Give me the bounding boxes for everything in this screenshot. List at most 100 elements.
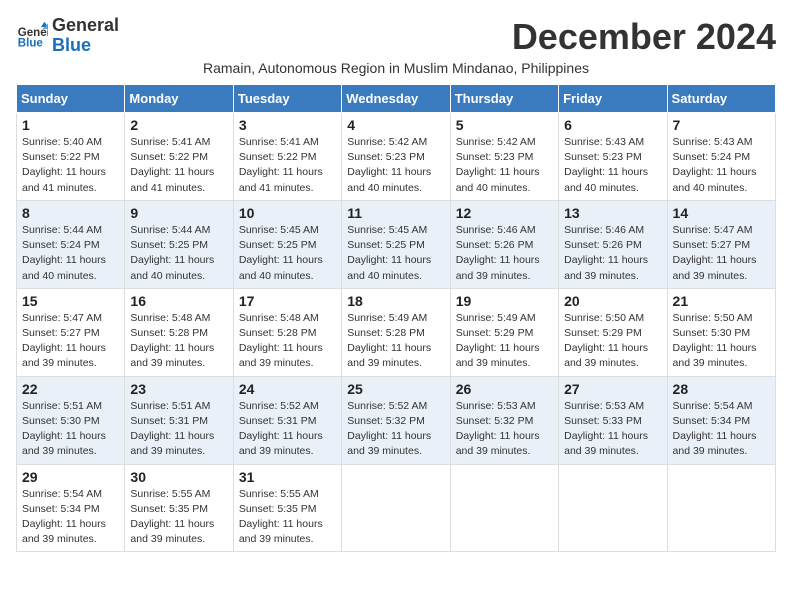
- daylight-hours: Daylight: 11 hours and 39 minutes.: [673, 430, 757, 457]
- calendar-week-row: 15Sunrise: 5:47 AMSunset: 5:27 PMDayligh…: [17, 288, 776, 376]
- daylight-hours: Daylight: 11 hours and 39 minutes.: [456, 254, 540, 281]
- daylight-hours: Daylight: 11 hours and 39 minutes.: [130, 342, 214, 369]
- calendar-cell: [559, 464, 667, 552]
- day-number: 22: [22, 381, 119, 397]
- day-info: Sunrise: 5:42 AMSunset: 5:23 PMDaylight:…: [456, 135, 553, 196]
- calendar-cell: 27Sunrise: 5:53 AMSunset: 5:33 PMDayligh…: [559, 376, 667, 464]
- logo: General Blue General Blue: [16, 16, 119, 56]
- sunrise-time: Sunrise: 5:45 AM: [239, 224, 319, 236]
- weekday-header-thursday: Thursday: [450, 85, 558, 113]
- day-number: 28: [673, 381, 770, 397]
- calendar-cell: 29Sunrise: 5:54 AMSunset: 5:34 PMDayligh…: [17, 464, 125, 552]
- sunrise-time: Sunrise: 5:44 AM: [130, 224, 210, 236]
- sunrise-time: Sunrise: 5:51 AM: [22, 400, 102, 412]
- day-info: Sunrise: 5:46 AMSunset: 5:26 PMDaylight:…: [564, 223, 661, 284]
- calendar-cell: 19Sunrise: 5:49 AMSunset: 5:29 PMDayligh…: [450, 288, 558, 376]
- day-number: 2: [130, 117, 227, 133]
- day-info: Sunrise: 5:52 AMSunset: 5:32 PMDaylight:…: [347, 399, 444, 460]
- day-number: 31: [239, 469, 336, 485]
- sunrise-time: Sunrise: 5:46 AM: [456, 224, 536, 236]
- day-number: 4: [347, 117, 444, 133]
- day-number: 17: [239, 293, 336, 309]
- sunset-time: Sunset: 5:22 PM: [22, 151, 100, 163]
- sunset-time: Sunset: 5:32 PM: [347, 415, 425, 427]
- sunset-time: Sunset: 5:24 PM: [673, 151, 751, 163]
- day-info: Sunrise: 5:53 AMSunset: 5:32 PMDaylight:…: [456, 399, 553, 460]
- day-info: Sunrise: 5:52 AMSunset: 5:31 PMDaylight:…: [239, 399, 336, 460]
- sunset-time: Sunset: 5:28 PM: [347, 327, 425, 339]
- sunrise-time: Sunrise: 5:46 AM: [564, 224, 644, 236]
- sunset-time: Sunset: 5:23 PM: [456, 151, 534, 163]
- day-info: Sunrise: 5:51 AMSunset: 5:31 PMDaylight:…: [130, 399, 227, 460]
- calendar-cell: 5 Sunrise: 5:42 AMSunset: 5:23 PMDaylight…: [450, 113, 558, 201]
- calendar-cell: 30Sunrise: 5:55 AMSunset: 5:35 PMDayligh…: [125, 464, 233, 552]
- sunrise-time: Sunrise: 5:55 AM: [239, 488, 319, 500]
- sunset-time: Sunset: 5:34 PM: [673, 415, 751, 427]
- calendar-cell: 7Sunrise: 5:43 AMSunset: 5:24 PMDaylight…: [667, 113, 775, 201]
- weekday-header-row: SundayMondayTuesdayWednesdayThursdayFrid…: [17, 85, 776, 113]
- day-number: 21: [673, 293, 770, 309]
- sunrise-time: Sunrise: 5:49 AM: [456, 312, 536, 324]
- sunset-time: Sunset: 5:30 PM: [673, 327, 751, 339]
- daylight-hours: Daylight: 11 hours and 40 minutes.: [239, 254, 323, 281]
- calendar-cell: 4Sunrise: 5:42 AMSunset: 5:23 PMDaylight…: [342, 113, 450, 201]
- weekday-header-tuesday: Tuesday: [233, 85, 341, 113]
- sunrise-time: Sunrise: 5:48 AM: [130, 312, 210, 324]
- calendar-cell: 1Sunrise: 5:40 AMSunset: 5:22 PMDaylight…: [17, 113, 125, 201]
- day-number: 5: [456, 117, 553, 133]
- sunrise-time: Sunrise: 5:48 AM: [239, 312, 319, 324]
- day-info: Sunrise: 5:54 AMSunset: 5:34 PMDaylight:…: [22, 487, 119, 548]
- day-number: 18: [347, 293, 444, 309]
- day-number: 7: [673, 117, 770, 133]
- sunset-time: Sunset: 5:28 PM: [130, 327, 208, 339]
- daylight-hours: Daylight: 11 hours and 41 minutes.: [22, 166, 106, 193]
- day-number: 11: [347, 205, 444, 221]
- sunrise-time: Sunrise: 5:47 AM: [22, 312, 102, 324]
- calendar-cell: 2Sunrise: 5:41 AMSunset: 5:22 PMDaylight…: [125, 113, 233, 201]
- calendar-cell: 20Sunrise: 5:50 AMSunset: 5:29 PMDayligh…: [559, 288, 667, 376]
- daylight-hours: Daylight: 11 hours and 40 minutes.: [130, 254, 214, 281]
- calendar-cell: 16Sunrise: 5:48 AMSunset: 5:28 PMDayligh…: [125, 288, 233, 376]
- calendar-week-row: 1Sunrise: 5:40 AMSunset: 5:22 PMDaylight…: [17, 113, 776, 201]
- sunset-time: Sunset: 5:27 PM: [673, 239, 751, 251]
- calendar-cell: 18 Sunrise: 5:49 AMSunset: 5:28 PMDayligh…: [342, 288, 450, 376]
- day-number: 10: [239, 205, 336, 221]
- day-info: Sunrise: 5:49 AMSunset: 5:28 PMDaylight:…: [347, 311, 444, 372]
- sunrise-time: Sunrise: 5:50 AM: [564, 312, 644, 324]
- calendar-cell: 15Sunrise: 5:47 AMSunset: 5:27 PMDayligh…: [17, 288, 125, 376]
- day-info: Sunrise: 5:40 AMSunset: 5:22 PMDaylight:…: [22, 135, 119, 196]
- daylight-hours: Daylight: 11 hours and 39 minutes.: [347, 430, 431, 457]
- weekday-header-friday: Friday: [559, 85, 667, 113]
- daylight-hours: Daylight: 11 hours and 39 minutes.: [456, 342, 540, 369]
- svg-text:Blue: Blue: [18, 37, 44, 49]
- sunset-time: Sunset: 5:25 PM: [347, 239, 425, 251]
- day-number: 8: [22, 205, 119, 221]
- daylight-hours: Daylight: 11 hours and 40 minutes.: [456, 166, 540, 193]
- sunset-time: Sunset: 5:30 PM: [22, 415, 100, 427]
- calendar-cell: 14Sunrise: 5:47 AMSunset: 5:27 PMDayligh…: [667, 200, 775, 288]
- day-number: 3: [239, 117, 336, 133]
- daylight-hours: Daylight: 11 hours and 39 minutes.: [130, 430, 214, 457]
- sunset-time: Sunset: 5:28 PM: [239, 327, 317, 339]
- daylight-hours: Daylight: 11 hours and 39 minutes.: [564, 254, 648, 281]
- calendar-cell: [667, 464, 775, 552]
- sunrise-time: Sunrise: 5:41 AM: [130, 136, 210, 148]
- sunrise-time: Sunrise: 5:43 AM: [564, 136, 644, 148]
- sunset-time: Sunset: 5:26 PM: [456, 239, 534, 251]
- daylight-hours: Daylight: 11 hours and 41 minutes.: [239, 166, 323, 193]
- day-info: Sunrise: 5:48 AM Sunset: 5:28 PM Daylight:…: [130, 311, 227, 372]
- calendar-cell: 12 Sunrise: 5:46 AM Sunset: 5:26 PM Dayligh…: [450, 200, 558, 288]
- day-info: Sunrise: 5:48 AMSunset: 5:28 PMDaylight:…: [239, 311, 336, 372]
- calendar-table: SundayMondayTuesdayWednesdayThursdayFrid…: [16, 84, 776, 552]
- sunset-time: Sunset: 5:29 PM: [564, 327, 642, 339]
- calendar-week-row: 29Sunrise: 5:54 AMSunset: 5:34 PMDayligh…: [17, 464, 776, 552]
- day-info: Sunrise: 5:55 AMSunset: 5:35 PMDaylight:…: [239, 487, 336, 548]
- day-info: Sunrise: 5:44 AMSunset: 5:24 PMDaylight:…: [22, 223, 119, 284]
- day-info: Sunrise: 5:44 AMSunset: 5:25 PMDaylight:…: [130, 223, 227, 284]
- calendar-cell: [342, 464, 450, 552]
- day-number: 12: [456, 205, 553, 221]
- day-number: 19: [456, 293, 553, 309]
- daylight-hours: Daylight: 11 hours and 39 minutes.: [22, 430, 106, 457]
- sunrise-time: Sunrise: 5:53 AM: [456, 400, 536, 412]
- day-info: Sunrise: 5:45 AMSunset: 5:25 PMDaylight:…: [347, 223, 444, 284]
